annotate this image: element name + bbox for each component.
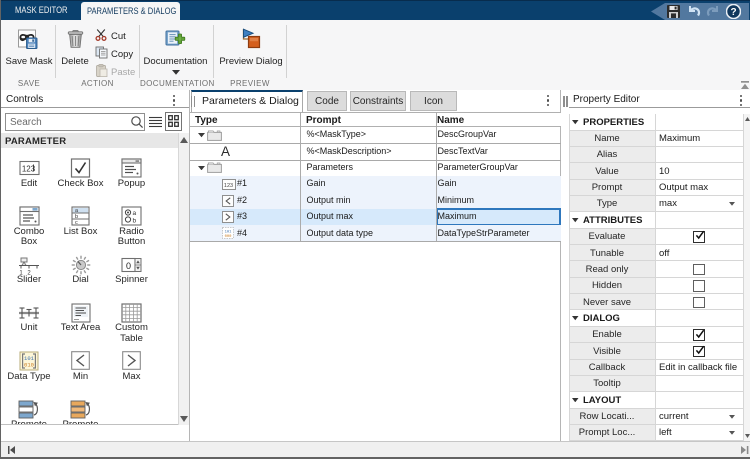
svg-text:123: 123 (224, 183, 233, 189)
svg-text:000: 000 (225, 235, 233, 239)
svg-text:0: 0 (126, 260, 131, 270)
svg-text:101: 101 (225, 231, 233, 235)
svg-text:010: 010 (24, 362, 34, 369)
svg-text:a: a (133, 210, 137, 217)
svg-text:?: ? (730, 7, 736, 18)
svg-text:b: b (133, 218, 137, 225)
